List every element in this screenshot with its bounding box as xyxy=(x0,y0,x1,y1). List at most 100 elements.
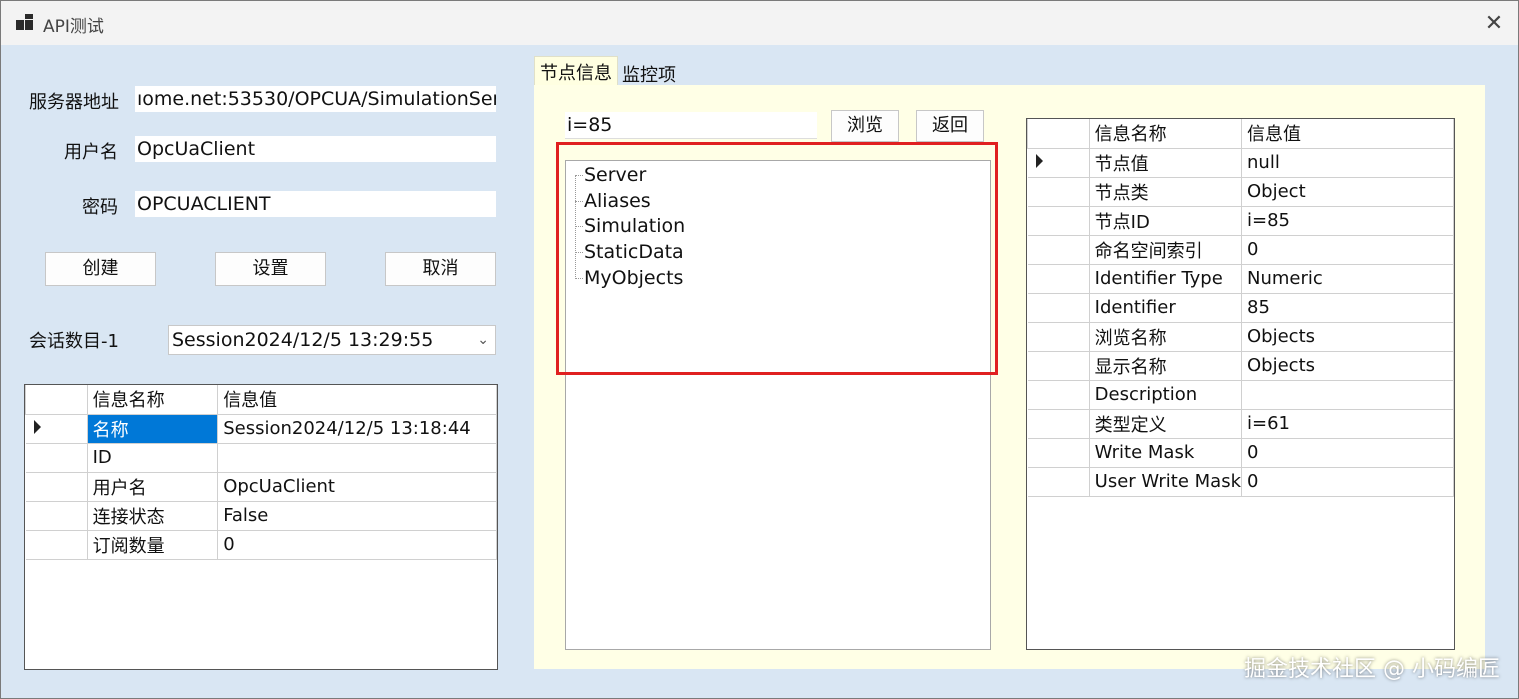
table-cell[interactable]: 用户名 xyxy=(86,471,219,502)
row-selector[interactable] xyxy=(1027,408,1090,439)
window-title: API测试 xyxy=(43,17,104,37)
table-row[interactable]: Description xyxy=(1027,379,1454,410)
column-header[interactable]: 信息值 xyxy=(217,385,497,415)
table-row[interactable]: User Write Mask 0 xyxy=(1027,466,1454,497)
row-selector[interactable] xyxy=(1027,321,1090,352)
row-selector[interactable] xyxy=(1027,466,1090,497)
table-cell[interactable]: Identifier Type xyxy=(1088,263,1243,294)
table-cell[interactable]: ID xyxy=(86,442,219,473)
table-row[interactable]: 连接状态 False xyxy=(25,500,497,531)
table-cell[interactable]: Description xyxy=(1088,379,1243,410)
table-row[interactable]: 用户名 OpcUaClient xyxy=(25,471,497,502)
table-cell[interactable]: i=61 xyxy=(1241,408,1454,439)
table-cell[interactable]: Object xyxy=(1241,176,1454,207)
row-selector[interactable] xyxy=(1027,147,1090,178)
table-row[interactable]: 节点ID i=85 xyxy=(1027,205,1454,236)
row-selector[interactable] xyxy=(1027,379,1090,410)
table-cell[interactable]: Session2024/12/5 13:18:44 xyxy=(217,413,497,444)
table-cell[interactable]: i=85 xyxy=(1241,205,1454,236)
table-row[interactable]: 类型定义 i=61 xyxy=(1027,408,1454,439)
node-attributes-grid[interactable]: 信息名称 信息值 节点值 null 节点类 Object 节点ID i=85 命名空间… xyxy=(1026,118,1455,650)
current-row-icon xyxy=(33,420,41,434)
tab-monitored-items[interactable]: 监控项 xyxy=(622,61,676,87)
username-label: 用户名 xyxy=(64,142,118,163)
table-cell[interactable]: 0 xyxy=(217,529,497,560)
row-selector[interactable] xyxy=(25,471,88,502)
session-select-value: Session2024/12/5 13:29:55 xyxy=(172,329,434,351)
column-header[interactable]: 信息名称 xyxy=(1088,119,1243,149)
table-cell[interactable]: 0 xyxy=(1241,466,1454,497)
table-row[interactable]: 浏览名称 Objects xyxy=(1027,321,1454,352)
settings-button[interactable]: 设置 xyxy=(215,252,326,286)
session-select[interactable]: Session2024/12/5 13:29:55 ⌄ xyxy=(168,325,496,355)
password-label: 密码 xyxy=(82,197,118,218)
create-button[interactable]: 创建 xyxy=(45,252,156,286)
table-cell[interactable]: 0 xyxy=(1241,437,1454,468)
password-input[interactable]: OPCUACLIENT xyxy=(135,191,496,217)
table-cell[interactable]: 命名空间索引 xyxy=(1088,234,1243,265)
table-row[interactable]: 订阅数量 0 xyxy=(25,529,497,560)
row-selector[interactable] xyxy=(1027,292,1090,323)
table-cell[interactable]: Identifier xyxy=(1088,292,1243,323)
table-cell[interactable]: Objects xyxy=(1241,321,1454,352)
table-row[interactable]: ID xyxy=(25,442,497,473)
cancel-button[interactable]: 取消 xyxy=(385,252,496,286)
title-bar: API测试 ✕ xyxy=(1,1,1518,45)
column-header[interactable]: 信息值 xyxy=(1241,119,1454,149)
table-cell[interactable] xyxy=(1241,379,1454,410)
row-selector[interactable] xyxy=(25,529,88,560)
table-cell[interactable]: 节点类 xyxy=(1088,176,1243,207)
server-address-input[interactable]: ıome.net:53530/OPCUA/SimulationServer xyxy=(135,86,496,112)
grid-header-row: 信息名称 信息值 xyxy=(25,385,497,415)
row-selector[interactable] xyxy=(1027,350,1090,381)
row-selector[interactable] xyxy=(25,442,88,473)
table-cell[interactable]: 0 xyxy=(1241,234,1454,265)
close-icon: ✕ xyxy=(1484,10,1504,36)
table-cell[interactable]: 节点值 xyxy=(1088,147,1243,178)
table-row[interactable]: Write Mask 0 xyxy=(1027,437,1454,468)
app-icon xyxy=(16,14,34,32)
table-cell[interactable]: False xyxy=(217,500,497,531)
table-cell[interactable]: 节点ID xyxy=(1088,205,1243,236)
table-cell[interactable] xyxy=(217,442,497,473)
table-cell[interactable]: 类型定义 xyxy=(1088,408,1243,439)
row-header-corner xyxy=(1027,119,1090,149)
column-header[interactable]: 信息名称 xyxy=(86,385,219,415)
row-selector[interactable] xyxy=(1027,234,1090,265)
table-cell[interactable]: 订阅数量 xyxy=(86,529,219,560)
node-id-input[interactable]: i=85 xyxy=(565,112,817,139)
table-cell[interactable]: OpcUaClient xyxy=(217,471,497,502)
row-selector[interactable] xyxy=(1027,176,1090,207)
table-row[interactable]: 节点值 null xyxy=(1027,147,1454,178)
table-cell[interactable]: Numeric xyxy=(1241,263,1454,294)
back-button[interactable]: 返回 xyxy=(916,110,984,142)
table-cell[interactable]: 浏览名称 xyxy=(1088,321,1243,352)
table-cell[interactable]: 85 xyxy=(1241,292,1454,323)
session-info-grid[interactable]: 信息名称 信息值 名称 Session2024/12/5 13:18:44 ID… xyxy=(24,384,498,670)
table-row[interactable]: Identifier Type Numeric xyxy=(1027,263,1454,294)
table-cell[interactable]: 显示名称 xyxy=(1088,350,1243,381)
table-row[interactable]: Identifier 85 xyxy=(1027,292,1454,323)
table-cell[interactable]: 连接状态 xyxy=(86,500,219,531)
row-selector[interactable] xyxy=(25,413,88,444)
row-selector[interactable] xyxy=(1027,437,1090,468)
table-cell[interactable]: Objects xyxy=(1241,350,1454,381)
close-button[interactable]: ✕ xyxy=(1470,1,1518,45)
browse-button[interactable]: 浏览 xyxy=(831,110,899,142)
table-cell[interactable]: null xyxy=(1241,147,1454,178)
table-row[interactable]: 节点类 Object xyxy=(1027,176,1454,207)
row-header-corner xyxy=(25,385,88,415)
table-cell[interactable]: 名称 xyxy=(86,413,219,444)
table-row[interactable]: 名称 Session2024/12/5 13:18:44 xyxy=(25,413,497,444)
table-cell[interactable]: Write Mask xyxy=(1088,437,1243,468)
grid-header-row: 信息名称 信息值 xyxy=(1027,119,1454,149)
session-count-label: 会话数目-1 xyxy=(29,331,119,352)
username-input[interactable]: OpcUaClient xyxy=(135,136,496,162)
chevron-down-icon: ⌄ xyxy=(477,332,489,348)
table-cell[interactable]: User Write Mask xyxy=(1088,466,1243,497)
row-selector[interactable] xyxy=(1027,205,1090,236)
table-row[interactable]: 命名空间索引 0 xyxy=(1027,234,1454,265)
table-row[interactable]: 显示名称 Objects xyxy=(1027,350,1454,381)
row-selector[interactable] xyxy=(25,500,88,531)
row-selector[interactable] xyxy=(1027,263,1090,294)
